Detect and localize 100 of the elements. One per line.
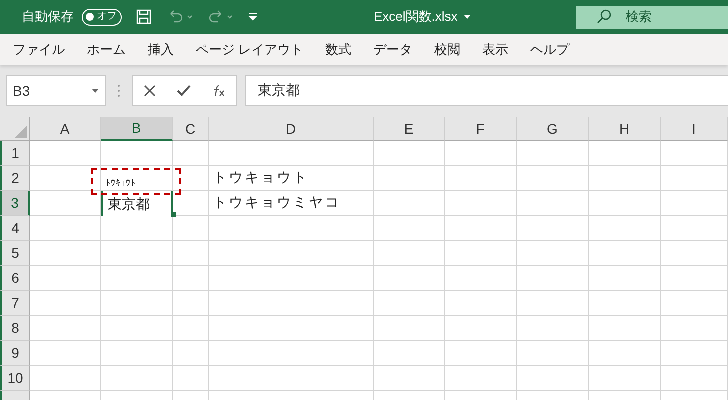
search-field[interactable]: 検索 xyxy=(576,6,728,28)
row-header[interactable]: 1 xyxy=(0,141,30,166)
ribbon-tab[interactable]: ホーム xyxy=(84,38,129,60)
fill-handle[interactable] xyxy=(171,212,176,217)
row-header[interactable]: 7 xyxy=(0,291,30,316)
table-cell[interactable] xyxy=(661,266,728,291)
table-cell[interactable] xyxy=(589,191,661,216)
table-cell[interactable] xyxy=(517,241,589,266)
table-cell[interactable] xyxy=(209,141,374,166)
table-cell[interactable] xyxy=(30,291,101,316)
caret-icon[interactable] xyxy=(92,88,99,92)
table-cell[interactable] xyxy=(209,341,374,366)
cancel-icon[interactable] xyxy=(144,84,156,96)
check-icon[interactable] xyxy=(176,84,190,96)
function-icon[interactable] xyxy=(212,84,226,96)
table-cell[interactable] xyxy=(374,316,445,341)
table-cell[interactable] xyxy=(589,366,661,391)
table-cell[interactable] xyxy=(445,241,517,266)
table-cell[interactable] xyxy=(661,216,728,241)
table-cell[interactable] xyxy=(374,266,445,291)
table-cell[interactable] xyxy=(517,166,589,191)
table-cell[interactable] xyxy=(30,341,101,366)
column-header[interactable]: H xyxy=(589,117,661,141)
column-header[interactable]: C xyxy=(173,117,209,141)
table-cell[interactable] xyxy=(101,266,173,291)
table-cell[interactable] xyxy=(517,191,589,216)
table-cell[interactable] xyxy=(445,191,517,216)
table-cell[interactable] xyxy=(445,316,517,341)
table-cell[interactable] xyxy=(101,141,173,166)
table-cell[interactable] xyxy=(517,141,589,166)
row-header[interactable]: 2 xyxy=(0,166,30,191)
table-cell[interactable] xyxy=(374,216,445,241)
row-header[interactable]: 3 xyxy=(0,191,30,216)
table-cell[interactable] xyxy=(517,316,589,341)
ribbon-tab[interactable]: ヘルプ xyxy=(528,38,573,60)
table-cell[interactable] xyxy=(661,316,728,341)
row-header[interactable]: 4 xyxy=(0,216,30,241)
table-cell[interactable] xyxy=(445,166,517,191)
table-cell[interactable] xyxy=(517,291,589,316)
ribbon-tab[interactable]: ファイル xyxy=(10,38,68,60)
table-cell[interactable] xyxy=(661,291,728,316)
table-cell[interactable] xyxy=(30,191,101,216)
table-cell[interactable] xyxy=(661,191,728,216)
table-cell[interactable] xyxy=(589,166,661,191)
table-cell[interactable] xyxy=(661,341,728,366)
ribbon-tab[interactable]: 挿入 xyxy=(145,38,177,60)
table-cell[interactable] xyxy=(445,291,517,316)
table-cell[interactable] xyxy=(30,266,101,291)
table-cell[interactable] xyxy=(30,141,101,166)
table-cell[interactable] xyxy=(445,141,517,166)
caret-icon[interactable] xyxy=(464,15,471,19)
table-cell[interactable] xyxy=(30,316,101,341)
column-header[interactable]: A xyxy=(30,117,101,141)
undo-icon[interactable] xyxy=(168,9,194,25)
table-cell[interactable] xyxy=(589,316,661,341)
ribbon-tab[interactable]: データ xyxy=(370,38,416,60)
table-cell[interactable] xyxy=(101,341,173,366)
redo-icon[interactable] xyxy=(208,9,234,25)
table-cell[interactable] xyxy=(589,291,661,316)
table-cell[interactable] xyxy=(374,341,445,366)
table-cell[interactable] xyxy=(517,341,589,366)
customize-icon[interactable] xyxy=(248,12,258,22)
autosave-toggle[interactable]: オフ xyxy=(82,8,122,26)
file-name[interactable]: Excel関数.xlsx xyxy=(374,8,458,26)
column-header[interactable]: I xyxy=(661,117,728,141)
table-cell[interactable] xyxy=(209,216,374,241)
table-cell[interactable] xyxy=(173,291,209,316)
table-cell[interactable] xyxy=(101,291,173,316)
column-header[interactable]: G xyxy=(517,117,589,141)
table-cell[interactable] xyxy=(101,216,173,241)
row-header[interactable]: 8 xyxy=(0,316,30,341)
table-cell[interactable] xyxy=(589,266,661,291)
table-cell[interactable] xyxy=(445,341,517,366)
table-cell[interactable] xyxy=(374,241,445,266)
row-header[interactable]: 5 xyxy=(0,241,30,266)
table-cell[interactable] xyxy=(374,141,445,166)
table-cell[interactable] xyxy=(661,366,728,391)
row-header[interactable]: 10 xyxy=(0,366,30,391)
ribbon-tab[interactable]: 校閲 xyxy=(432,38,464,60)
table-cell[interactable] xyxy=(173,241,209,266)
table-cell[interactable] xyxy=(517,216,589,241)
column-header[interactable]: B xyxy=(101,117,173,141)
table-cell[interactable] xyxy=(101,241,173,266)
row-header[interactable]: 9 xyxy=(0,341,30,366)
table-cell[interactable] xyxy=(30,241,101,266)
table-cell[interactable] xyxy=(661,241,728,266)
table-cell[interactable] xyxy=(173,366,209,391)
select-all-corner[interactable] xyxy=(0,117,30,141)
column-header[interactable]: D xyxy=(209,117,374,141)
table-cell[interactable] xyxy=(445,266,517,291)
table-cell[interactable] xyxy=(374,366,445,391)
table-cell[interactable] xyxy=(30,166,101,191)
table-cell[interactable] xyxy=(517,266,589,291)
ribbon-tab[interactable]: 数式 xyxy=(322,38,355,60)
table-cell[interactable] xyxy=(30,216,101,241)
table-cell[interactable] xyxy=(30,366,101,391)
table-cell[interactable] xyxy=(374,191,445,216)
ribbon-tab[interactable]: 表示 xyxy=(480,38,512,60)
column-header[interactable]: F xyxy=(445,117,517,141)
table-cell[interactable] xyxy=(445,216,517,241)
